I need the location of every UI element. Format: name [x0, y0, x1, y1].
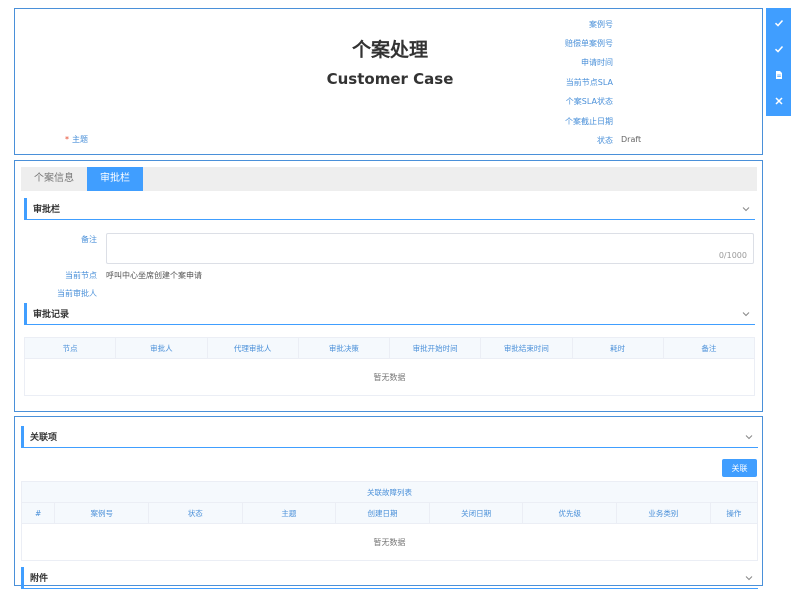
column-header: 业务类别 — [617, 503, 711, 523]
column-header: 审批开始时间 — [390, 338, 482, 358]
approval-panel: 个案信息 审批栏 审批栏 备注 0/1000 当前节点 呼叫中心坐席创建个案申请… — [14, 160, 763, 412]
table-header: # 案例号 状态 主题 创建日期 关闭日期 优先级 业务类别 操作 — [22, 503, 757, 524]
table-header: 节点 审批人 代理审批人 审批决策 审批开始时间 审批结束时间 耗时 备注 — [25, 338, 754, 359]
empty-state: 暂无数据 — [373, 372, 406, 382]
section-title: 审批栏 — [33, 205, 61, 215]
section-title: 附件 — [30, 574, 49, 584]
section-title: 审批记录 — [33, 310, 70, 320]
action-sidebar — [766, 8, 791, 116]
chevron-down-icon — [745, 434, 753, 439]
required-mark: * — [65, 135, 69, 144]
case-sla-status-label: 个案SLA状态 — [565, 97, 613, 106]
approve-button[interactable] — [769, 39, 789, 59]
chevron-down-icon — [742, 206, 750, 211]
column-header: 案例号 — [55, 503, 150, 523]
column-header: 审批决策 — [299, 338, 390, 358]
remark-textarea[interactable]: 0/1000 — [106, 233, 754, 264]
column-header: 代理审批人 — [208, 338, 299, 358]
case-deadline-label: 个案截止日期 — [565, 117, 613, 126]
close-icon — [774, 97, 783, 105]
column-header: 节点 — [25, 338, 117, 358]
column-header: # — [22, 503, 56, 523]
tab-case-info[interactable]: 个案信息 — [21, 167, 87, 191]
subject-label: * 主题 — [65, 135, 88, 144]
document-icon — [775, 71, 782, 79]
chevron-down-icon — [745, 575, 753, 580]
submit-button[interactable] — [769, 13, 789, 33]
column-header: 耗时 — [573, 338, 664, 358]
chevron-down-icon — [742, 311, 750, 316]
case-number-label: 案例号 — [589, 20, 613, 29]
column-header: 创建日期 — [336, 503, 430, 523]
column-header: 关闭日期 — [430, 503, 524, 523]
link-button[interactable]: 关联 — [722, 459, 757, 477]
column-header: 审批结束时间 — [481, 338, 573, 358]
column-header: 备注 — [701, 343, 717, 353]
column-header: 优先级 — [523, 503, 618, 523]
current-node-label: 当前节点 — [65, 271, 97, 280]
page-title: 个案处理 — [351, 39, 428, 61]
tab-bar: 个案信息 审批栏 — [21, 167, 757, 191]
table-caption: 关联故障列表 — [22, 482, 757, 503]
compensation-case-number-label: 赔偿单案例号 — [565, 39, 613, 48]
related-section-header[interactable]: 关联项 — [21, 426, 758, 448]
related-items-panel: 关联项 关联 关联故障列表 # 案例号 状态 主题 创建日期 关闭日期 优先级 … — [14, 416, 763, 589]
column-header: 主题 — [243, 503, 337, 523]
apply-time-label: 申请时间 — [581, 58, 613, 67]
character-counter: 0/1000 — [718, 251, 747, 260]
attachments-section-header[interactable]: 附件 — [21, 567, 758, 589]
approval-section-header[interactable]: 审批栏 — [24, 198, 755, 220]
status-label: 状态 — [597, 136, 613, 145]
page-subtitle: Customer Case — [326, 70, 454, 88]
column-header: 审批人 — [116, 338, 208, 358]
section-title: 关联项 — [30, 433, 58, 443]
tab-approval[interactable]: 审批栏 — [87, 167, 143, 191]
approval-records-table: 节点 审批人 代理审批人 审批决策 审批开始时间 审批结束时间 耗时 备注 暂无… — [24, 337, 755, 396]
save-draft-button[interactable] — [769, 65, 789, 85]
column-header: 操作 — [726, 508, 742, 518]
column-header: 状态 — [149, 503, 243, 523]
related-faults-table: 关联故障列表 # 案例号 状态 主题 创建日期 关闭日期 优先级 业务类别 操作… — [21, 481, 758, 561]
remark-label: 备注 — [81, 235, 97, 244]
empty-state: 暂无数据 — [373, 537, 406, 547]
approval-records-section-header[interactable]: 审批记录 — [24, 303, 755, 325]
current-node-sla-label: 当前节点SLA — [565, 78, 613, 87]
current-node-value: 呼叫中心坐席创建个案申请 — [106, 271, 202, 280]
case-header-panel: 个案处理 Customer Case * 主题 案例号 赔偿单案例号 申请时间 当… — [14, 8, 763, 155]
status-value: Draft — [621, 135, 642, 144]
check-icon — [774, 45, 783, 53]
check-icon — [774, 19, 783, 27]
close-button[interactable] — [769, 91, 789, 111]
current-approver-label: 当前审批人 — [57, 289, 97, 298]
